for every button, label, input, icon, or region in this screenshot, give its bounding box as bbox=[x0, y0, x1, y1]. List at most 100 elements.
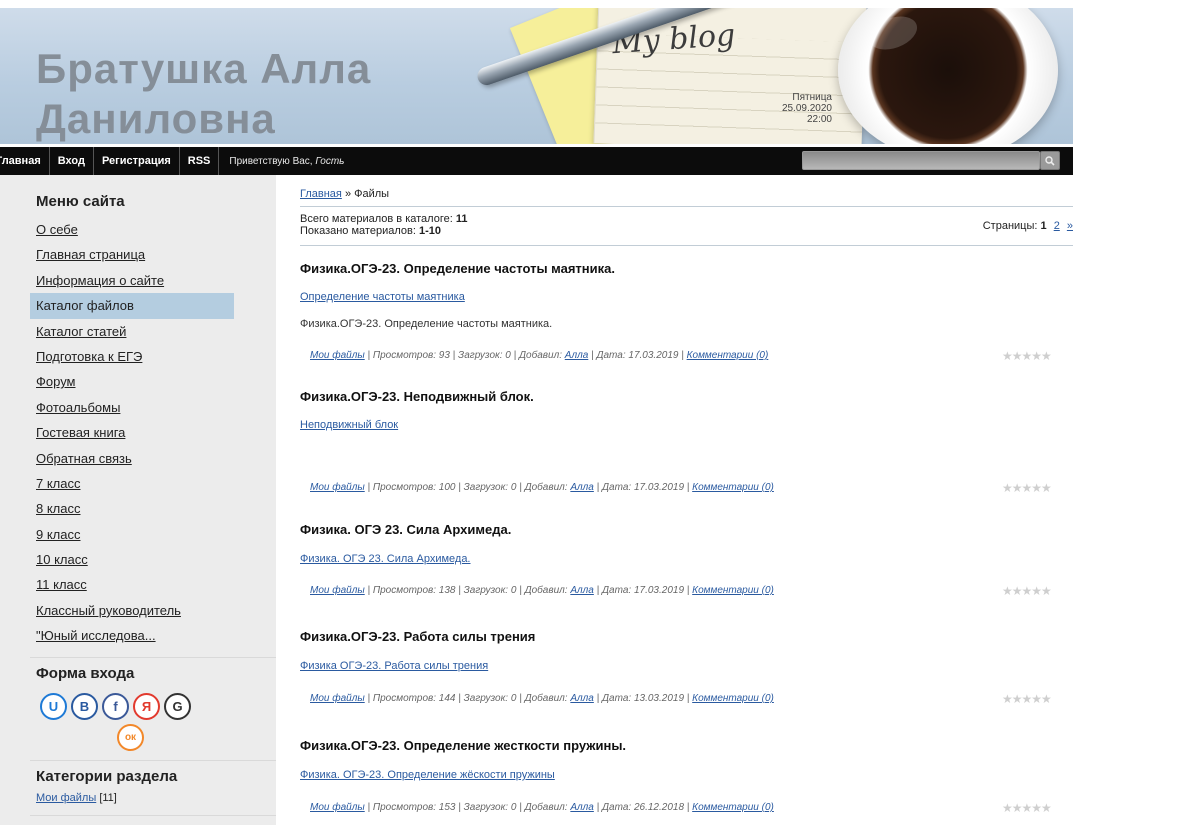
entry-category-link[interactable]: Мои файлы bbox=[310, 350, 365, 361]
category-link-my-files[interactable]: Мои файлы bbox=[36, 792, 96, 804]
menu-item-grade-9[interactable]: 9 класс bbox=[30, 522, 234, 547]
entry-comments-link[interactable]: Комментарии (0) bbox=[692, 693, 774, 704]
ucoz-login-icon[interactable]: U bbox=[40, 693, 67, 720]
entry-category-link[interactable]: Мои файлы bbox=[310, 802, 365, 813]
nav-register[interactable]: Регистрация bbox=[94, 147, 180, 175]
divider bbox=[300, 245, 1073, 246]
entry-category-link[interactable]: Мои файлы bbox=[310, 693, 365, 704]
menu-item-grade-8[interactable]: 8 класс bbox=[30, 496, 234, 521]
entry-comments-link[interactable]: Комментарии (0) bbox=[687, 350, 769, 361]
entry-file-link[interactable]: Физика. ОГЭ 23. Сила Архимеда. bbox=[300, 553, 471, 565]
rating-stars[interactable]: ★★★★★ bbox=[1002, 692, 1052, 706]
page-current: 1 bbox=[1040, 220, 1047, 232]
rating-stars[interactable]: ★★★★★ bbox=[1002, 481, 1052, 495]
breadcrumb: Главная » Файлы bbox=[300, 188, 390, 200]
entry-title[interactable]: Физика.ОГЭ-23. Определение жесткости пру… bbox=[300, 738, 626, 753]
breadcrumb-current: Файлы bbox=[354, 188, 390, 200]
menu-item-about[interactable]: О себе bbox=[30, 217, 234, 242]
facebook-login-icon[interactable]: f bbox=[102, 693, 129, 720]
search-button[interactable] bbox=[1040, 151, 1060, 170]
nav-home[interactable]: Главная bbox=[0, 147, 50, 175]
rating-stars[interactable]: ★★★★★ bbox=[1002, 349, 1052, 363]
login-form-title: Форма входа bbox=[36, 665, 135, 682]
menu-item-article-catalog[interactable]: Каталог статей bbox=[30, 319, 234, 344]
entry-file-link[interactable]: Неподвижный блок bbox=[300, 419, 398, 431]
menu-item-grade-11[interactable]: 11 класс bbox=[30, 572, 234, 597]
category-count: [11] bbox=[99, 792, 117, 804]
entry-title[interactable]: Физика.ОГЭ-23. Работа силы трения bbox=[300, 629, 535, 644]
sidebar-divider bbox=[30, 657, 276, 658]
rating-stars[interactable]: ★★★★★ bbox=[1002, 801, 1052, 815]
sidebar-divider bbox=[30, 760, 276, 761]
greeting-text: Приветствую Вас, Гость bbox=[229, 155, 345, 167]
entry-comments-link[interactable]: Комментарии (0) bbox=[692, 802, 774, 813]
entry-category-link[interactable]: Мои файлы bbox=[310, 585, 365, 596]
social-login-row-2: ок bbox=[117, 724, 144, 751]
total-count: 11 bbox=[455, 213, 468, 225]
entry-comments-link[interactable]: Комментарии (0) bbox=[692, 585, 774, 596]
breadcrumb-home[interactable]: Главная bbox=[300, 188, 342, 200]
entry-title[interactable]: Физика.ОГЭ-23. Определение частоты маятн… bbox=[300, 261, 615, 276]
entry-author-link[interactable]: Алла bbox=[570, 802, 594, 813]
menu-item-photo-albums[interactable]: Фотоальбомы bbox=[30, 395, 234, 420]
entry-description: Физика.ОГЭ-23. Определение частоты маятн… bbox=[300, 318, 553, 330]
next-page-link[interactable]: » bbox=[1067, 220, 1073, 232]
entry-author-link[interactable]: Алла bbox=[570, 693, 594, 704]
entry-author-link[interactable]: Алла bbox=[565, 350, 589, 361]
greeting-name: Гость bbox=[315, 155, 345, 167]
entry-meta: Мои файлы | Просмотров: 153 | Загрузок: … bbox=[310, 802, 774, 813]
sidebar-divider bbox=[30, 815, 276, 816]
yandex-login-icon[interactable]: Я bbox=[133, 693, 160, 720]
entry-file-link[interactable]: Определение частоты маятника bbox=[300, 291, 465, 303]
menu-item-site-info[interactable]: Информация о сайте bbox=[30, 268, 234, 293]
shown-range: 1-10 bbox=[418, 225, 441, 237]
coffee-cup-image bbox=[838, 8, 1058, 144]
page-2-link[interactable]: 2 bbox=[1054, 220, 1060, 232]
categories-title: Категории раздела bbox=[36, 768, 178, 785]
entry-author-link[interactable]: Алла bbox=[570, 482, 594, 493]
header-date: 25.09.2020 bbox=[781, 103, 832, 114]
entry-author-link[interactable]: Алла bbox=[570, 585, 594, 596]
rating-stars[interactable]: ★★★★★ bbox=[1002, 584, 1052, 598]
vk-login-icon[interactable]: В bbox=[71, 693, 98, 720]
entry-file-link[interactable]: Физика ОГЭ-23. Работа силы трения bbox=[300, 660, 488, 672]
menu-item-class-teacher[interactable]: Классный руководитель bbox=[30, 598, 234, 623]
pagination: Страницы: 1 2 » bbox=[982, 220, 1073, 232]
nav-login[interactable]: Вход bbox=[50, 147, 94, 175]
site-menu: О себе Главная страница Информация о сай… bbox=[30, 217, 234, 649]
menu-item-guestbook[interactable]: Гостевая книга bbox=[30, 420, 234, 445]
catalog-stats: Всего материалов в каталоге: 11 Показано… bbox=[300, 213, 468, 237]
menu-item-ege-prep[interactable]: Подготовка к ЕГЭ bbox=[30, 344, 234, 369]
header-time: 22:00 bbox=[806, 114, 832, 125]
divider bbox=[300, 206, 1073, 207]
menu-item-feedback[interactable]: Обратная связь bbox=[30, 446, 234, 471]
google-login-icon[interactable]: G bbox=[164, 693, 191, 720]
top-navbar: Главная Вход Регистрация RSS Приветствую… bbox=[0, 147, 1073, 175]
entry-title[interactable]: Физика.ОГЭ-23. Неподвижный блок. bbox=[300, 389, 534, 404]
site-header: My blog Пятница 25.09.2020 22:00 Братушк… bbox=[0, 8, 1073, 144]
social-login-row: U В f Я G bbox=[40, 693, 191, 720]
sidebar: Меню сайта О себе Главная страница Инфор… bbox=[0, 175, 276, 825]
nav-rss[interactable]: RSS bbox=[180, 147, 220, 175]
menu-item-young-researcher[interactable]: "Юный исследова... bbox=[30, 623, 234, 648]
menu-item-home[interactable]: Главная страница bbox=[30, 242, 234, 267]
odnoklassniki-login-icon[interactable]: ок bbox=[117, 724, 144, 751]
entry-meta: Мои файлы | Просмотров: 144 | Загрузок: … bbox=[310, 693, 774, 704]
header-day: Пятница bbox=[792, 92, 832, 103]
entry-title[interactable]: Физика. ОГЭ 23. Сила Архимеда. bbox=[300, 522, 511, 537]
search-icon bbox=[1045, 155, 1055, 166]
entry-category-link[interactable]: Мои файлы bbox=[310, 482, 365, 493]
entry-meta: Мои файлы | Просмотров: 100 | Загрузок: … bbox=[310, 482, 774, 493]
header-datetime: Пятница 25.09.2020 22:00 bbox=[738, 92, 832, 125]
menu-item-forum[interactable]: Форум bbox=[30, 369, 234, 394]
menu-title: Меню сайта bbox=[36, 193, 125, 210]
entry-meta: Мои файлы | Просмотров: 138 | Загрузок: … bbox=[310, 585, 774, 596]
menu-item-grade-7[interactable]: 7 класс bbox=[30, 471, 234, 496]
search-input[interactable] bbox=[802, 151, 1040, 170]
menu-item-grade-10[interactable]: 10 класс bbox=[30, 547, 234, 572]
entry-comments-link[interactable]: Комментарии (0) bbox=[692, 482, 774, 493]
site-title[interactable]: Братушка Алла Даниловна bbox=[36, 44, 371, 144]
entry-file-link[interactable]: Физика. ОГЭ-23. Определение жёскости пру… bbox=[300, 769, 555, 781]
entry-meta: Мои файлы | Просмотров: 93 | Загрузок: 0… bbox=[310, 350, 769, 361]
menu-item-file-catalog[interactable]: Каталог файлов bbox=[30, 293, 234, 319]
